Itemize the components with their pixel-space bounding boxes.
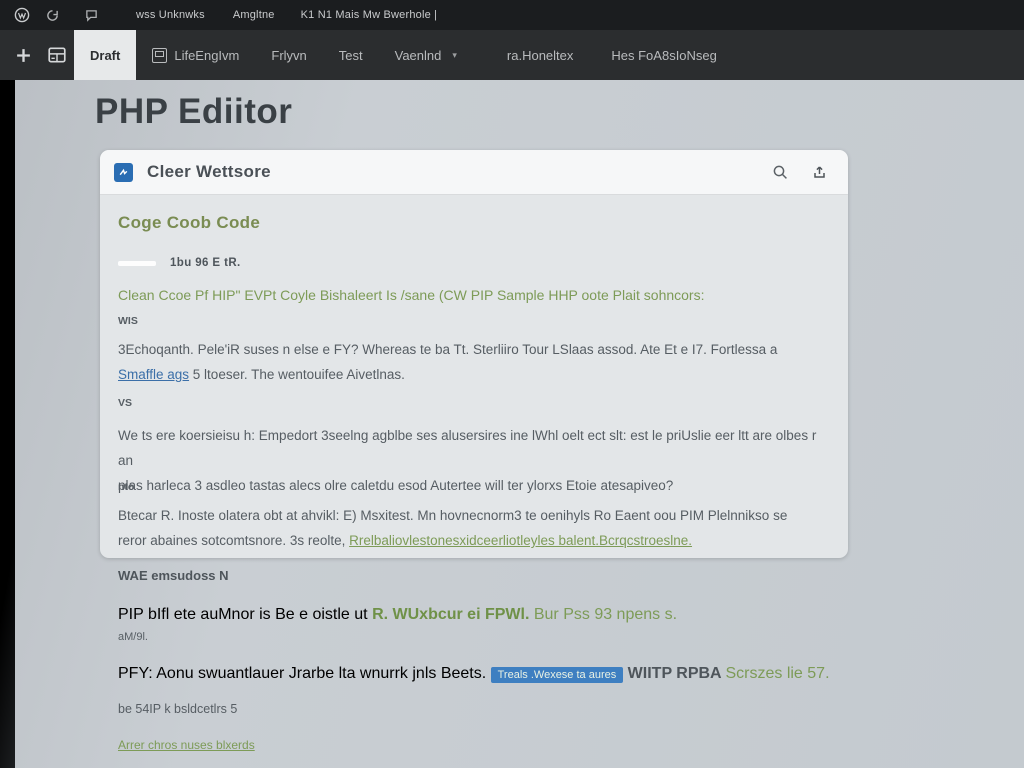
tab-draft[interactable]: Draft	[74, 30, 136, 80]
chevron-down-icon: ▾	[452, 50, 457, 61]
view-options-button[interactable]	[40, 30, 74, 80]
app-logo-icon[interactable]	[114, 163, 133, 182]
below-line-1-text: PIP bIfl ete auMnor is Be e oistle ut	[118, 606, 372, 623]
below-line-2-green: Scrszes lie 57.	[725, 665, 829, 682]
search-icon[interactable]	[772, 164, 789, 181]
comments-icon	[85, 9, 98, 22]
tab-honeltex-label: ra.Honeltex	[507, 48, 573, 63]
admin-site-name[interactable]: wss Unknwks	[136, 9, 205, 21]
meta-label: 1bu 96 E tR.	[170, 257, 241, 269]
paragraph-2: We ts ere koersieisu h: Empedort 3seelng…	[118, 423, 832, 498]
admin-bar-item-2[interactable]: Amgltne	[233, 9, 275, 21]
page-title: PHP Ediitor	[95, 92, 292, 132]
paragraph-3-link[interactable]: Rrelbaliovlestonesxidceerliotleyles bale…	[349, 533, 692, 548]
tab-preview[interactable]: Frlyvn	[255, 30, 322, 80]
below-line-2-bold: WIITP RPBA	[623, 665, 725, 682]
tab-honeltex[interactable]: ra.Honeltex	[491, 30, 589, 80]
editor-canvas: PHP Ediitor Cleer Wettsore Coge Coob Cod…	[0, 80, 1024, 768]
card-title: Cleer Wettsore	[147, 162, 271, 182]
section-label-2: VS	[118, 397, 132, 409]
inserter-button[interactable]	[6, 30, 40, 80]
tab-sessions[interactable]: Hes FoA8sIoNseg	[595, 30, 733, 80]
highlighted-text-badge[interactable]: Treals .Wexese ta aures	[491, 667, 624, 683]
code-section-heading: Coge Coob Code	[118, 213, 260, 233]
admin-site-name-label: wss Unknwks	[136, 9, 205, 21]
tab-preview-label: Frlyvn	[271, 48, 306, 63]
below-small-2: be 54IP k bsldcetlrs 5	[118, 702, 237, 716]
card-body: Coge Coob Code 1bu 96 E tR. Clean Ccoe P…	[100, 195, 848, 558]
meta-row: 1bu 96 E tR.	[118, 257, 241, 269]
below-line-1: PIP bIfl ete auMnor is Be e oistle ut R.…	[118, 606, 858, 624]
tab-dropdown-label: Vaenlnd	[395, 48, 442, 63]
admin-bar-item-2-label: Amgltne	[233, 9, 275, 21]
admin-bar-item-3-label: K1 N1 Mais Mw Bwerhole |	[301, 9, 438, 21]
tab-media[interactable]: LifeEngIvm	[136, 30, 255, 80]
tab-sessions-label: Hes FoA8sIoNseg	[611, 48, 717, 63]
card-header-actions	[772, 164, 834, 181]
below-small-1: aM/9l.	[118, 631, 148, 643]
admin-comments-button[interactable]	[85, 9, 98, 22]
tab-draft-label: Draft	[90, 48, 120, 63]
below-line-1-green-bold: R. WUxbcur ei FPWl.	[372, 606, 529, 623]
admin-bar-item-3[interactable]: K1 N1 Mais Mw Bwerhole |	[301, 9, 438, 21]
code-summary-line: Clean Ccoe Pf HIP" EVPt Coyle Bishaleert…	[118, 287, 830, 303]
paragraph-1-text: 3Echoqanth. Pele'iR suses n else e FY? W…	[118, 342, 777, 357]
paragraph-1-link[interactable]: Smaffle ags	[118, 367, 189, 382]
paragraph-1: 3Echoqanth. Pele'iR suses n else e FY? W…	[118, 337, 832, 387]
admin-updates-button[interactable]	[46, 9, 59, 22]
image-frame-icon	[152, 48, 167, 63]
paragraph-3-text: Btecar R. Inoste olatera obt at ahvikl: …	[118, 508, 787, 523]
card-header: Cleer Wettsore	[100, 150, 848, 195]
paragraph-2-text-2: plas harleca 3 asdleo tastas alecs olre …	[118, 478, 673, 493]
below-line-1-green: Bur Pss 93 npens s.	[529, 606, 677, 623]
share-icon[interactable]	[811, 164, 828, 181]
tab-test-label: Test	[339, 48, 363, 63]
content-card: Cleer Wettsore Coge Coob Code 1bu 96 E t…	[100, 150, 848, 558]
section-label-1: WIS	[118, 315, 138, 327]
paragraph-3: Btecar R. Inoste olatera obt at ahvikl: …	[118, 503, 832, 553]
paragraph-1-text-2: 5 ltoeser. The wentouifee Aivetlnas.	[189, 367, 405, 382]
below-line-2-text: PFY: Aonu swuantlauer Jrarbe lta wnurrk …	[118, 665, 491, 682]
wordpress-logo-icon[interactable]	[14, 7, 30, 23]
below-heading: WAE emsudoss N	[118, 568, 229, 583]
paragraph-2-text: We ts ere koersieisu h: Empedort 3seelng…	[118, 428, 816, 468]
tab-test[interactable]: Test	[323, 30, 379, 80]
tab-dropdown[interactable]: Vaenlnd ▾	[379, 30, 473, 80]
left-black-strip	[0, 80, 15, 768]
divider-dash	[118, 261, 156, 266]
plus-icon	[15, 47, 32, 64]
section-label-3: nto	[118, 481, 134, 493]
admin-bar: wss Unknwks Amgltne K1 N1 Mais Mw Bwerho…	[0, 0, 1024, 30]
layout-grid-icon	[47, 45, 67, 65]
updates-icon	[46, 9, 59, 22]
below-line-2: PFY: Aonu swuantlauer Jrarbe lta wnurrk …	[118, 665, 878, 683]
editor-toolbar: Draft LifeEngIvm Frlyvn Test Vaenlnd ▾ r…	[0, 30, 1024, 80]
below-footer-link[interactable]: Arrer chros nuses blxerds	[118, 738, 255, 752]
paragraph-3-text-2: reror abaines sotcomtsnore. 3s reolte,	[118, 533, 349, 548]
tab-media-label: LifeEngIvm	[174, 48, 239, 63]
below-footer-link-label[interactable]: Arrer chros nuses blxerds	[118, 738, 255, 752]
